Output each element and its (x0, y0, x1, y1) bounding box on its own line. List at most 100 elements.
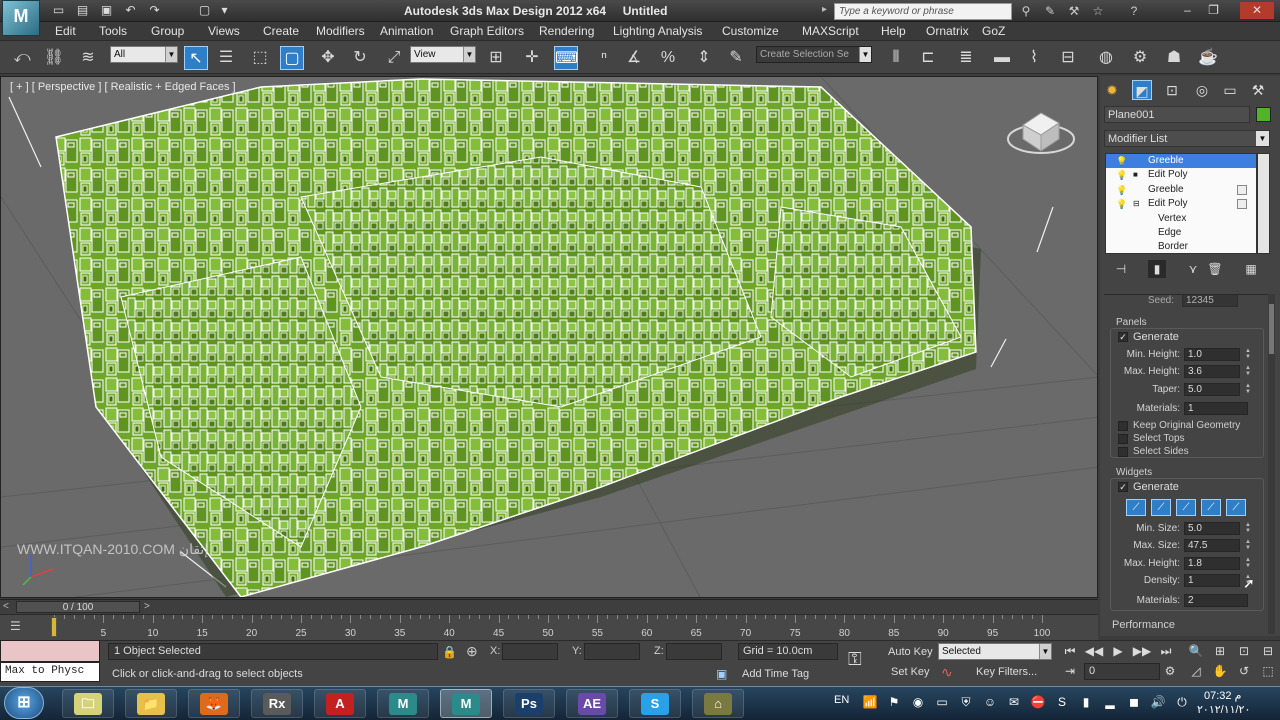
select-and-link-icon[interactable]: ⛓ (42, 46, 66, 70)
set-key-mode-key-icon[interactable]: ⚿ (848, 649, 862, 670)
tray-gpu-icon[interactable]: ◼ (1126, 694, 1142, 710)
play-icon[interactable]: ▶ (1108, 642, 1128, 660)
render-production-icon[interactable]: ☕ (1196, 46, 1220, 70)
expand-subobject-icon[interactable]: ■ (1133, 168, 1138, 182)
select-and-rotate-icon[interactable]: ↻ (348, 46, 372, 70)
widget-type-1-icon[interactable]: ⟋ (1126, 499, 1146, 516)
restore-button[interactable]: ❐ (1204, 2, 1223, 19)
widget-type-2-icon[interactable]: ⟋ (1151, 499, 1171, 516)
select-manipulate-icon[interactable]: ✛ (520, 46, 544, 70)
widgets-min-size-spinner[interactable]: 5.0 (1184, 522, 1240, 535)
pan-view-icon[interactable]: ✋ (1210, 662, 1230, 680)
menu-help[interactable]: Help (881, 24, 906, 38)
pin-stack-icon[interactable]: ⊣ (1112, 260, 1130, 278)
go-to-end-icon[interactable]: ⏭ (1156, 642, 1176, 660)
project-folder-icon[interactable]: ▢ (196, 3, 213, 18)
undo-icon[interactable]: ↶ (122, 3, 139, 18)
favorites-star-icon[interactable]: ☆ (1090, 3, 1106, 19)
absolute-offset-toggle-icon[interactable]: ⊕ (466, 643, 478, 660)
percent-snap-icon[interactable]: % (656, 46, 680, 70)
tray-power-icon[interactable]: ⏻ (1174, 694, 1190, 710)
modifier-stack[interactable]: 💡 Greeble 💡 ■ Edit Poly 💡 Greeble 💡 ⊟ Edit Poly Ve… (1105, 153, 1257, 254)
curve-editor-icon[interactable]: ⌇ (1022, 46, 1046, 70)
widgets-max-height-spinner[interactable]: 1.8 (1184, 557, 1240, 570)
spinner-arrows-icon[interactable]: ▲ ▼ (1244, 383, 1252, 396)
bind-space-warp-icon[interactable]: ≋ (76, 46, 100, 70)
app-logo-icon[interactable]: M (2, 0, 40, 36)
default-in-out-tangents-icon[interactable]: ∿ (941, 664, 953, 681)
make-unique-icon[interactable]: ⋎ (1184, 260, 1202, 278)
modifier-flag-box[interactable] (1237, 184, 1247, 195)
modifier-stack-item[interactable]: Border (1106, 240, 1256, 253)
key-mode-dropdown[interactable]: Selected ▼ (938, 643, 1052, 660)
spinner-arrows-icon[interactable]: ▲ ▼ (1244, 348, 1252, 361)
schematic-view-icon[interactable]: ⊟ (1056, 46, 1080, 70)
rendered-frame-window-icon[interactable]: ☗ (1162, 46, 1186, 70)
select-tops-checkbox[interactable] (1118, 434, 1128, 444)
seed-spinner[interactable]: 12345 (1182, 295, 1238, 307)
keep-original-checkbox[interactable] (1118, 421, 1128, 431)
menu-customize[interactable]: Customize (722, 24, 779, 38)
subscription-icon[interactable]: ✎ (1042, 3, 1058, 19)
tray-battery-icon[interactable]: ▮ (1078, 694, 1094, 710)
open-file-icon[interactable]: ▤ (74, 3, 91, 18)
widget-type-4-icon[interactable]: ⟋ (1201, 499, 1221, 516)
spinner-arrows-icon[interactable]: ▲ ▼ (1244, 522, 1252, 535)
menu-group[interactable]: Group (151, 24, 184, 38)
quick-access-dropdown-icon[interactable]: ▾ (216, 3, 233, 18)
current-frame-field[interactable]: 0 (1084, 663, 1160, 680)
zoom-extents-all-icon[interactable]: ⊟ (1258, 642, 1278, 660)
rectangular-selection-icon[interactable]: ⬚ (248, 46, 272, 70)
widget-type-3-icon[interactable]: ⟋ (1176, 499, 1196, 516)
menu-modifiers[interactable]: Modifiers (316, 24, 365, 38)
taskbar-app-skype[interactable]: S (629, 689, 681, 718)
previous-frame-icon[interactable]: < (3, 601, 9, 612)
spinner-arrows-icon[interactable]: ▲ ▼ (1244, 557, 1252, 570)
auto-key-button[interactable]: Auto Key (888, 646, 933, 658)
tray-skype-icon[interactable]: S (1054, 694, 1070, 710)
tray-shield-icon[interactable]: ⛨ (958, 694, 974, 710)
taskbar-app-acrobat[interactable]: A (314, 689, 366, 718)
taskbar-app-misc-app[interactable]: ⌂ (692, 689, 744, 718)
menu-views[interactable]: Views (208, 24, 240, 38)
y-coordinate-field[interactable] (584, 643, 640, 660)
search-input[interactable]: Type a keyword or phrase (834, 3, 1012, 20)
select-and-scale-icon[interactable]: ⤢ (382, 46, 406, 70)
reference-coordinate-dropdown[interactable]: View ▼ (410, 46, 476, 63)
add-time-tag-button[interactable]: Add Time Tag (742, 668, 809, 680)
current-time-marker[interactable] (51, 617, 57, 637)
selection-filter-dropdown[interactable]: All ▼ (110, 46, 178, 63)
performance-rollout-title[interactable]: Performance (1112, 619, 1175, 631)
widgets-materials-spinner[interactable]: 2 (1184, 594, 1248, 607)
render-setup-icon[interactable]: ⚙ (1128, 46, 1152, 70)
time-slider[interactable]: < 0 / 100 > (0, 599, 1098, 614)
tray-smiley-icon[interactable]: ☺ (982, 694, 998, 710)
modifier-stack-item[interactable]: 💡 Greeble (1106, 183, 1256, 197)
menu-tools[interactable]: Tools (99, 24, 127, 38)
menu-rendering[interactable]: Rendering (539, 24, 594, 38)
next-frame-icon[interactable]: > (144, 601, 150, 612)
maxscript-mini-listener[interactable]: Max to Physc (0, 662, 100, 682)
taskbar-app-after-effects[interactable]: AE (566, 689, 618, 718)
rollout-scrollbar-thumb[interactable] (1269, 304, 1274, 354)
remove-modifier-icon[interactable]: 🗑 (1206, 260, 1224, 278)
set-key-button[interactable]: Set Key (891, 666, 930, 678)
widgets-generate-checkbox[interactable]: ✓ (1118, 482, 1128, 492)
modifier-toggle-bulb-icon[interactable]: 💡 (1116, 154, 1127, 168)
help-icon[interactable]: ? (1126, 3, 1142, 19)
material-editor-icon[interactable]: ◍ (1094, 46, 1118, 70)
search-expand-icon[interactable]: ▸ (822, 4, 827, 15)
menu-goz[interactable]: GoZ (982, 24, 1005, 38)
widgets-density-spinner[interactable]: 1 (1184, 574, 1240, 587)
menu-edit[interactable]: Edit (55, 24, 76, 38)
taskbar-app-max3d-a[interactable]: M (377, 689, 429, 718)
taskbar-app-firefox[interactable]: 🦊 (188, 689, 240, 718)
track-bar[interactable]: 5 10 15 20 25 30 35 40 45 50 55 60 65 70 75 80 85 90 95 100 (0, 614, 1098, 640)
modifier-toggle-bulb-icon[interactable]: 💡 (1116, 168, 1127, 182)
x-coordinate-field[interactable] (502, 643, 558, 660)
menu-lighting-analysis[interactable]: Lighting Analysis (613, 24, 702, 38)
motion-tab-icon[interactable]: ◎ (1192, 80, 1212, 100)
undo-scene-icon[interactable]: ⤺ (10, 46, 34, 70)
named-selection-dropdown[interactable]: Create Selection Se ▼ (756, 46, 872, 63)
minimize-button[interactable]: – (1178, 2, 1197, 19)
